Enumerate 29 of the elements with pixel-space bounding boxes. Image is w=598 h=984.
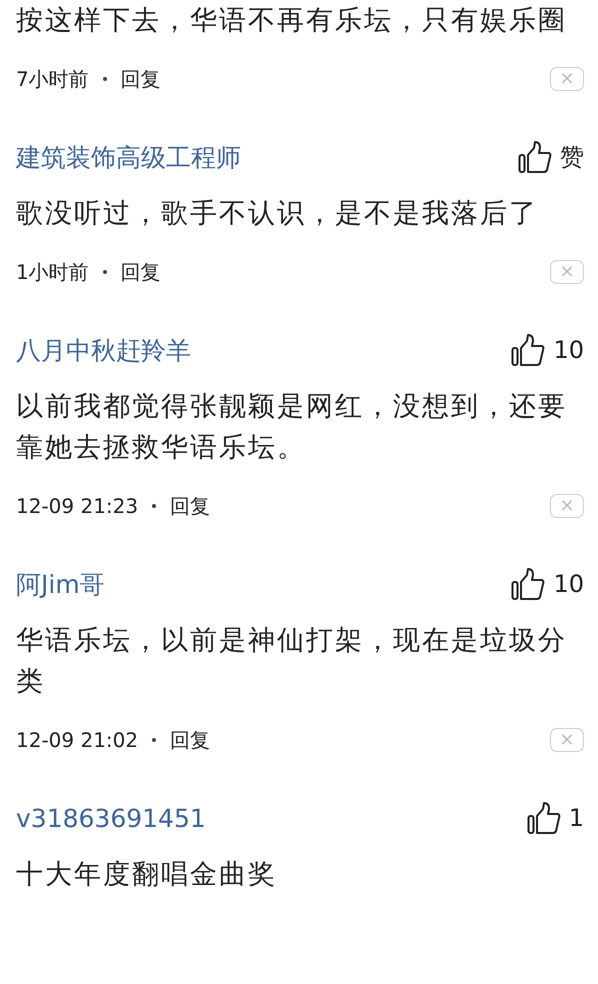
separator-dot <box>152 504 156 508</box>
thumbs-up-icon[interactable] <box>511 567 546 601</box>
reply-link[interactable]: 回复 <box>170 726 210 754</box>
reply-link[interactable]: 回复 <box>120 66 161 92</box>
separator-dot <box>102 270 107 274</box>
separator-dot <box>102 77 107 81</box>
like-count: 1 <box>568 804 584 832</box>
comment-text: 以前我都觉得张靓颖是网红，没想到，还要靠她去拯救华语乐坛。 <box>16 390 568 465</box>
comment-text: 十大年度翻唱金曲奖 <box>16 858 278 892</box>
timestamp: 12-09 21:02 <box>16 728 138 752</box>
comment-text: 歌没听过，歌手不认识，是不是我落后了 <box>16 197 539 231</box>
like-count: 赞 <box>560 142 584 173</box>
timestamp: 7小时前 <box>16 66 89 92</box>
comment-text: 按这样下去，华语不再有乐坛，只有娱乐圈 <box>16 4 568 38</box>
thumbs-up-icon[interactable] <box>511 333 546 367</box>
separator-dot <box>152 738 156 742</box>
timestamp: 1小时前 <box>16 258 89 286</box>
timestamp: 12-09 21:23 <box>16 494 138 518</box>
reply-link[interactable]: 回复 <box>120 258 161 286</box>
username[interactable]: 八月中秋赶羚羊 <box>16 334 191 366</box>
reply-link[interactable]: 回复 <box>170 492 210 520</box>
thumbs-up-icon[interactable] <box>526 801 561 835</box>
comment-text: 华语乐坛，以前是神仙打架，现在是垃圾分类 <box>16 624 568 699</box>
like-count: 10 <box>553 336 584 364</box>
username[interactable]: 阿Jim哥 <box>16 568 105 600</box>
username[interactable]: v31863691451 <box>16 804 206 832</box>
thumbs-up-icon[interactable] <box>518 140 552 174</box>
username[interactable]: 建筑装饰高级工程师 <box>16 140 241 174</box>
like-count: 10 <box>553 570 584 598</box>
